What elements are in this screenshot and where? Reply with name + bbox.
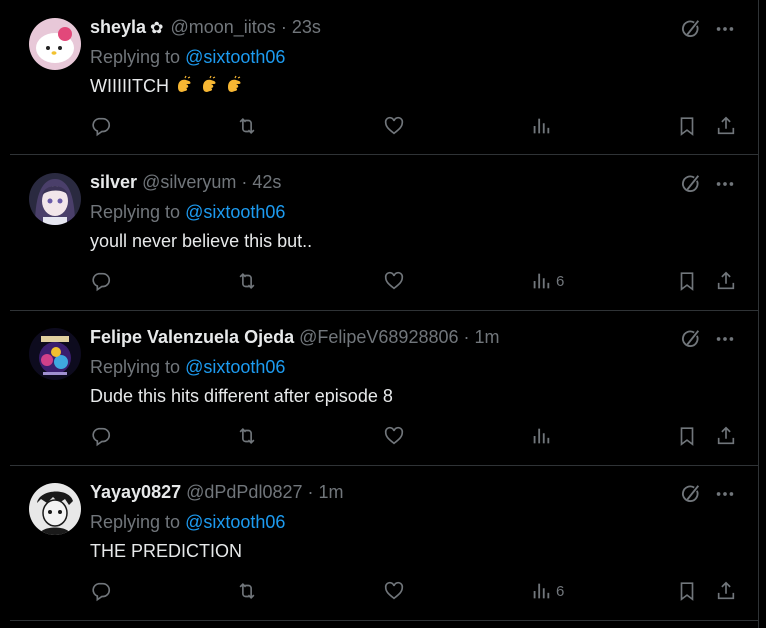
retweet-icon[interactable] bbox=[236, 425, 258, 447]
more-icon[interactable] bbox=[714, 328, 736, 350]
display-name[interactable]: Felipe Valenzuela Ojeda bbox=[90, 327, 294, 347]
retweet-icon[interactable] bbox=[236, 115, 258, 137]
action-bar: 6 bbox=[10, 266, 758, 296]
avatar[interactable] bbox=[29, 18, 81, 70]
more-icon[interactable] bbox=[714, 173, 736, 195]
grok-icon[interactable] bbox=[680, 173, 702, 195]
replying-to: Replying to @sixtooth06 bbox=[90, 511, 285, 533]
bookmark-icon[interactable] bbox=[676, 270, 698, 292]
reply-tweet[interactable]: Yayay0827 @dPdPdl0827 · 1m Replying to @… bbox=[10, 465, 758, 621]
avatar[interactable] bbox=[29, 483, 81, 535]
reply-icon[interactable] bbox=[90, 270, 112, 292]
reply-icon[interactable] bbox=[90, 580, 112, 602]
mention-link[interactable]: @sixtooth06 bbox=[185, 357, 285, 377]
action-bar: 6 bbox=[10, 576, 758, 606]
views-icon[interactable] bbox=[530, 270, 552, 292]
tweet-text: youll never believe this but.. bbox=[90, 231, 313, 251]
reply-header: Yayay0827 @dPdPdl0827 · 1m bbox=[90, 481, 344, 503]
like-icon[interactable] bbox=[383, 425, 405, 447]
action-bar bbox=[10, 111, 758, 141]
display-name[interactable]: Yayay0827 bbox=[90, 482, 181, 502]
mention-link[interactable]: @sixtooth06 bbox=[185, 202, 285, 222]
user-handle[interactable]: @dPdPdl0827 bbox=[186, 482, 302, 502]
timestamp[interactable]: 1m bbox=[319, 482, 344, 502]
views-count: 6 bbox=[556, 273, 565, 290]
grok-icon[interactable] bbox=[680, 328, 702, 350]
mention-link[interactable]: @sixtooth06 bbox=[185, 512, 285, 532]
user-handle[interactable]: @FelipeV68928806 bbox=[299, 327, 458, 347]
replying-to: Replying to @sixtooth06 bbox=[90, 46, 285, 68]
reply-icon[interactable] bbox=[90, 115, 112, 137]
reply-header: sheyla ✿ @moon_iitos · 23s bbox=[90, 16, 321, 38]
avatar[interactable] bbox=[29, 173, 81, 225]
share-icon[interactable] bbox=[715, 580, 737, 602]
timestamp[interactable]: 1m bbox=[475, 327, 500, 347]
avatar[interactable] bbox=[29, 328, 81, 380]
user-handle[interactable]: @silveryum bbox=[142, 172, 236, 192]
reply-header: Felipe Valenzuela Ojeda @FelipeV68928806… bbox=[90, 326, 500, 348]
separator-dot: · bbox=[307, 482, 314, 502]
replying-to-label: Replying to bbox=[90, 47, 181, 67]
replying-to: Replying to @sixtooth06 bbox=[90, 356, 285, 378]
reply-tweet[interactable]: sheyla ✿ @moon_iitos · 23s Replying to @s… bbox=[10, 0, 758, 155]
views-count: 6 bbox=[556, 583, 565, 600]
more-icon[interactable] bbox=[714, 483, 736, 505]
retweet-icon[interactable] bbox=[236, 580, 258, 602]
views-icon[interactable] bbox=[530, 425, 552, 447]
share-icon[interactable] bbox=[715, 115, 737, 137]
like-icon[interactable] bbox=[383, 580, 405, 602]
display-name[interactable]: sheyla bbox=[90, 17, 146, 37]
retweet-icon[interactable] bbox=[236, 270, 258, 292]
replying-to-label: Replying to bbox=[90, 357, 181, 377]
reply-header: silver @silveryum · 42s bbox=[90, 171, 281, 193]
views-icon[interactable] bbox=[530, 115, 552, 137]
mention-link[interactable]: @sixtooth06 bbox=[185, 47, 285, 67]
replies-feed: sheyla ✿ @moon_iitos · 23s Replying to @s… bbox=[0, 0, 759, 628]
bookmark-icon[interactable] bbox=[676, 425, 698, 447]
display-name[interactable]: silver bbox=[90, 172, 137, 192]
like-icon[interactable] bbox=[383, 270, 405, 292]
grok-icon[interactable] bbox=[680, 483, 702, 505]
replying-to-label: Replying to bbox=[90, 202, 181, 222]
action-bar bbox=[10, 421, 758, 451]
tweet-text-content: WIIIIITCH bbox=[90, 76, 169, 96]
reply-tweet[interactable]: silver @silveryum · 42s Replying to @six… bbox=[10, 155, 758, 311]
reply-tweet[interactable]: Felipe Valenzuela Ojeda @FelipeV68928806… bbox=[10, 310, 758, 466]
share-icon[interactable] bbox=[715, 270, 737, 292]
views-icon[interactable] bbox=[530, 580, 552, 602]
bookmark-icon[interactable] bbox=[676, 580, 698, 602]
clap-hand-emoji bbox=[199, 75, 219, 100]
clap-hand-emoji bbox=[174, 75, 194, 100]
like-icon[interactable] bbox=[383, 115, 405, 137]
grok-icon[interactable] bbox=[680, 18, 702, 40]
replying-to-label: Replying to bbox=[90, 512, 181, 532]
replying-to: Replying to @sixtooth06 bbox=[90, 201, 285, 223]
separator-dot: · bbox=[280, 17, 287, 37]
timestamp[interactable]: 42s bbox=[252, 172, 281, 192]
more-icon[interactable] bbox=[714, 18, 736, 40]
clap-hand-emoji bbox=[224, 75, 244, 100]
tweet-text: WIIIIITCH bbox=[90, 75, 244, 100]
tweet-text: Dude this hits different after episode 8 bbox=[90, 386, 393, 406]
reply-icon[interactable] bbox=[90, 425, 112, 447]
flower-badge: ✿ bbox=[150, 20, 164, 37]
separator-dot: · bbox=[463, 327, 470, 347]
user-handle[interactable]: @moon_iitos bbox=[170, 17, 275, 37]
tweet-text: THE PREDICTION bbox=[90, 541, 243, 561]
share-icon[interactable] bbox=[715, 425, 737, 447]
separator-dot: · bbox=[241, 172, 248, 192]
bookmark-icon[interactable] bbox=[676, 115, 698, 137]
timestamp[interactable]: 23s bbox=[292, 17, 321, 37]
